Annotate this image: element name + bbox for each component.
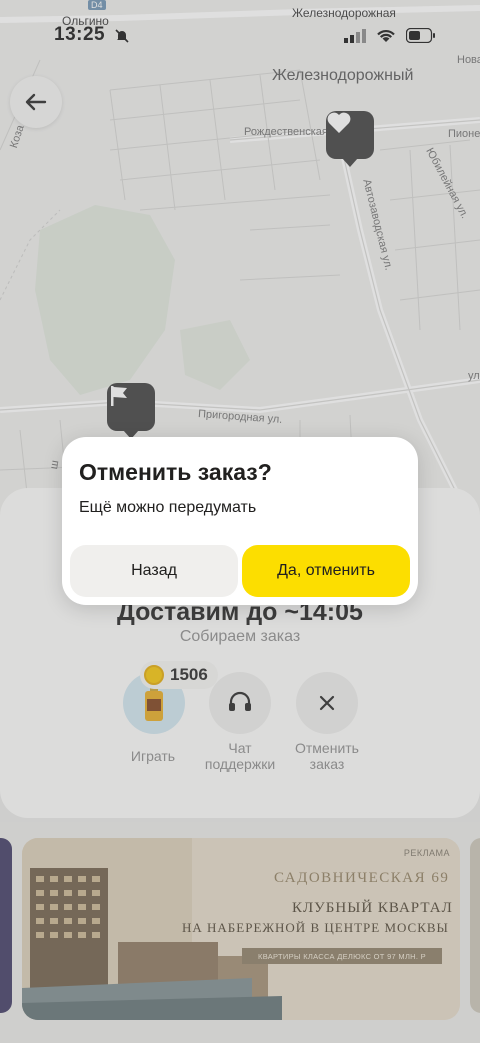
cancel-order-dialog: Отменить заказ? Ещё можно передумать Наз… [62,437,418,605]
dialog-title: Отменить заказ? [79,459,272,485]
dialog-text: Ещё можно передумать [79,499,257,516]
dialog-confirm-cancel-button[interactable]: Да, отменить [242,545,410,597]
dialog-back-button[interactable]: Назад [70,545,238,597]
